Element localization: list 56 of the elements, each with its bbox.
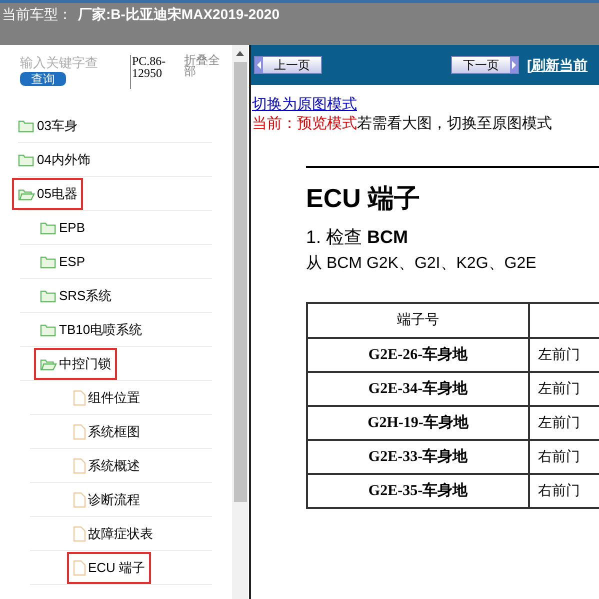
- document-icon: [73, 560, 86, 576]
- tree-item[interactable]: 组件位置: [67, 382, 146, 414]
- document-icon: [73, 390, 86, 406]
- header-label: 当前车型：: [2, 5, 72, 24]
- tree-item[interactable]: ESP: [34, 246, 92, 278]
- table-cell: G2E-34-车身地: [368, 380, 468, 397]
- tree-item[interactable]: 故障症状表: [67, 518, 159, 550]
- tree-item[interactable]: SRS系统: [34, 280, 118, 312]
- tree-item[interactable]: 03车身: [12, 110, 84, 142]
- tree-item[interactable]: 04内外饰: [12, 144, 96, 176]
- collapse-all-link[interactable]: 折叠全部: [184, 55, 224, 77]
- document-title: ECU 端子: [306, 182, 422, 214]
- folder-icon: [40, 288, 57, 302]
- step-heading: 1. 检查 BCM: [306, 226, 410, 248]
- open-folder-icon: [18, 186, 35, 200]
- tree-item[interactable]: 中控门锁: [34, 348, 117, 380]
- refresh-link[interactable]: [刷新当前: [527, 54, 588, 76]
- open-folder-icon: [40, 356, 57, 370]
- table-cell: G2E-26-车身地: [368, 346, 468, 363]
- tree-item[interactable]: TB10电喷系统: [34, 314, 148, 346]
- table-cell: 左前门: [538, 346, 580, 362]
- document-icon: [73, 492, 86, 508]
- tree-item[interactable]: EPB: [34, 212, 92, 244]
- folder-icon: [40, 254, 57, 268]
- mode-status: 当前：预览模式若需看大图，切换至原图模式: [252, 114, 553, 133]
- code-text: PC.86-12950: [130, 55, 174, 89]
- search-field[interactable]: 输入关键字查: [20, 53, 128, 72]
- scroll-up-icon[interactable]: [236, 51, 244, 56]
- tree-item[interactable]: 系统概述: [67, 450, 146, 482]
- table-cell: 右前门: [538, 448, 580, 464]
- document-icon: [73, 526, 86, 542]
- document-icon: [73, 458, 86, 474]
- table-cell: 左前门: [538, 414, 580, 430]
- folder-icon: [18, 118, 35, 132]
- previous-page-button[interactable]: 上一页: [254, 56, 322, 74]
- tree-item[interactable]: 05电器: [12, 178, 84, 210]
- column-header: 端子号: [397, 312, 439, 328]
- document-text: 从 BCM G2K、G2I、K2G、G2E: [306, 254, 538, 274]
- search-button[interactable]: 查询: [20, 72, 66, 86]
- table-cell: 右前门: [538, 482, 580, 498]
- tree-item[interactable]: 诊断流程: [67, 484, 146, 516]
- switch-mode-link[interactable]: 切换为原图模式: [252, 95, 357, 114]
- document-icon: [73, 424, 86, 440]
- folder-icon: [40, 322, 57, 336]
- folder-icon: [18, 152, 35, 166]
- table-cell: G2H-19-车身地: [368, 414, 468, 431]
- folder-icon: [40, 220, 57, 234]
- table-cell: 左前门: [538, 380, 580, 396]
- next-page-button[interactable]: 下一页: [451, 56, 519, 74]
- tree-item[interactable]: 系统框图: [67, 416, 146, 448]
- tree-item[interactable]: ECU 端子: [67, 552, 152, 584]
- scrollbar[interactable]: [232, 45, 248, 599]
- table-cell: G2E-35-车身地: [368, 482, 468, 499]
- vehicle-name: 厂家:B-比亚迪宋MAX2019-2020: [78, 5, 280, 24]
- table-cell: G2E-33-车身地: [368, 448, 468, 465]
- scroll-thumb[interactable]: [234, 62, 246, 502]
